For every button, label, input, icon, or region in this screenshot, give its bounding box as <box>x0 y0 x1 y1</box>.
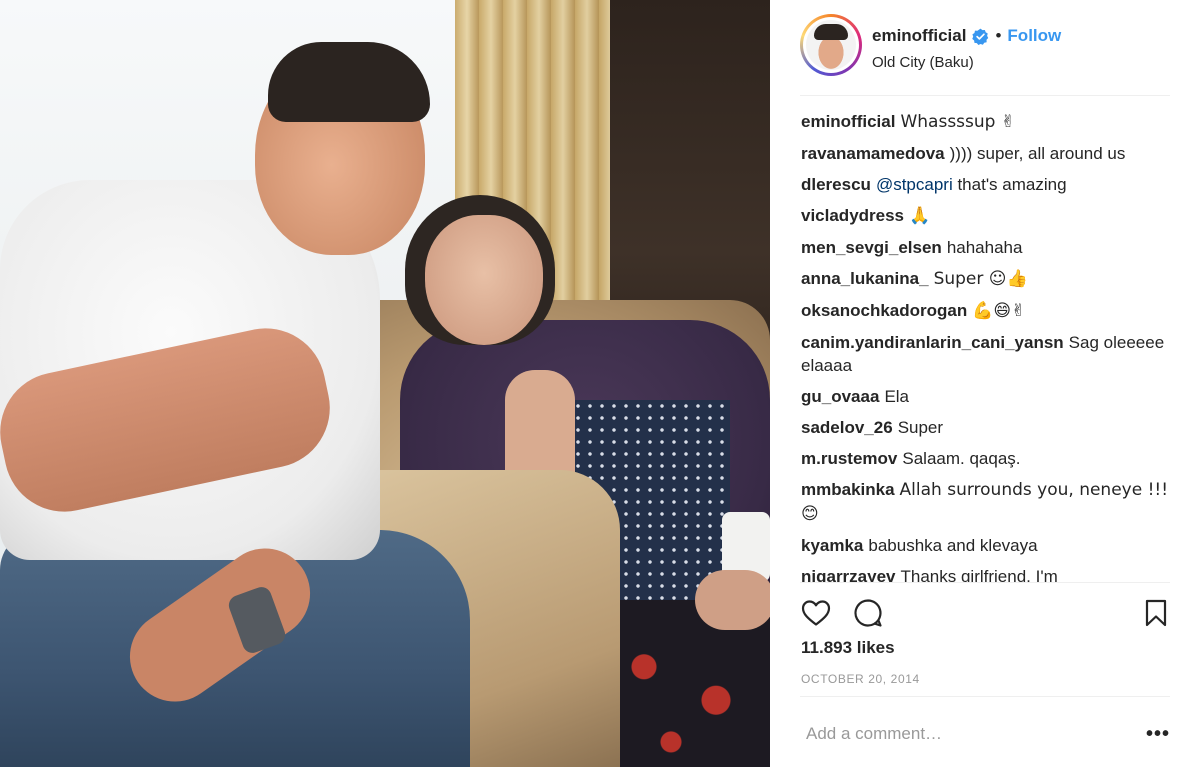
post-header: eminofficial • Follow Old City (Baku) <box>800 14 1170 96</box>
comment-item: canim.yandiranlarin_cani_yansn Sag oleeee… <box>801 331 1171 377</box>
comment-item: oksanochkadorogan 💪😄✌ <box>801 299 1171 323</box>
heart-icon[interactable] <box>800 597 832 629</box>
comment-username[interactable]: vicladydress <box>801 206 904 225</box>
comment-username[interactable]: gu_ovaaa <box>801 387 879 406</box>
action-bar <box>800 582 1170 642</box>
comment-text: that's amazing <box>952 175 1067 194</box>
comment-username[interactable]: m.rustemov <box>801 449 897 468</box>
comment-text: Thanks girlfriend, I'm <box>900 567 1058 582</box>
comment-item: kyamka babushka and klevaya <box>801 534 1171 557</box>
more-options-icon[interactable]: ••• <box>1146 723 1170 746</box>
comment-username[interactable]: kyamka <box>801 536 863 555</box>
bookmark-icon[interactable] <box>1140 597 1172 629</box>
mention-link[interactable]: @stpcapri <box>876 175 953 194</box>
separator-dot: • <box>995 26 1002 45</box>
comment-username[interactable]: dlerescu <box>801 175 871 194</box>
comment-username[interactable]: sadelov_26 <box>801 418 893 437</box>
post-date: OCTOBER 20, 2014 <box>801 672 920 686</box>
comment-form: ••• <box>800 696 1170 767</box>
comment-item: vicladydress 🙏 <box>801 204 1171 228</box>
comment-text: babushka and klevaya <box>868 536 1038 555</box>
comment-username[interactable]: oksanochkadorogan <box>801 301 967 320</box>
man-hair <box>268 42 430 122</box>
likes-count[interactable]: 11.893 likes <box>801 638 895 658</box>
comment-text: Whassssup ✌ <box>900 112 1016 132</box>
woman-face <box>425 215 543 345</box>
comment-item: nigarrzayev Thanks girlfriend, I'm <box>801 565 1171 582</box>
post-side-panel: eminofficial • Follow Old City (Baku) em… <box>770 0 1200 767</box>
comment-item: men_sevgi_elsen hahahaha <box>801 236 1171 259</box>
comment-item: eminofficial Whassssup ✌ <box>801 110 1171 134</box>
username-link[interactable]: eminofficial <box>872 26 966 46</box>
comment-text: Salaam. qaqaş. <box>902 449 1021 468</box>
comment-username[interactable]: ravanamamedova <box>801 144 945 163</box>
comment-text: Super <box>897 418 944 437</box>
location-link[interactable]: Old City (Baku) <box>872 54 974 71</box>
comment-input[interactable] <box>806 721 1106 747</box>
comment-item: dlerescu @stpcapri that's amazing <box>801 173 1171 196</box>
avatar-frame <box>803 17 859 73</box>
avatar-hair <box>814 24 848 40</box>
comment-username[interactable]: nigarrzayev <box>801 567 896 582</box>
comment-item: ravanamamedova)))) super, all around us <box>801 142 1171 165</box>
speech-bubble-icon[interactable] <box>852 597 884 629</box>
comment-username[interactable]: anna_lukanina_ <box>801 269 929 288</box>
comment-item: mmbakinka Allah surrounds you, neneye !!!… <box>801 478 1171 526</box>
comment-item: sadelov_26 Super <box>801 416 1171 439</box>
comment-username[interactable]: men_sevgi_elsen <box>801 238 942 257</box>
comments-list[interactable]: eminofficial Whassssup ✌ ravanamamedova))… <box>801 110 1171 582</box>
comment-item: anna_lukanina_ Super ☺👍 <box>801 267 1171 291</box>
verified-badge-icon <box>972 28 989 45</box>
comment-username[interactable]: canim.yandiranlarin_cani_yansn <box>801 333 1064 352</box>
username-row: eminofficial • Follow <box>872 26 1061 46</box>
comment-username[interactable]: mmbakinka <box>801 480 895 499</box>
comment-text: 🙏 <box>909 206 931 226</box>
comment-text: hahahaha <box>946 238 1023 257</box>
comment-text: Ela <box>884 387 910 406</box>
comment-text: Super ☺👍 <box>933 269 1028 289</box>
post-photo[interactable] <box>0 0 770 767</box>
comment-text: 💪😄✌ <box>972 301 1026 321</box>
comment-text: )))) super, all around us <box>949 144 1126 163</box>
avatar[interactable] <box>800 14 862 76</box>
woman-hand <box>695 570 770 630</box>
follow-button[interactable]: Follow <box>1007 26 1061 46</box>
comment-item: gu_ovaaa Ela <box>801 385 1171 408</box>
comment-username[interactable]: eminofficial <box>801 112 895 131</box>
comment-item: m.rustemov Salaam. qaqaş. <box>801 447 1171 470</box>
